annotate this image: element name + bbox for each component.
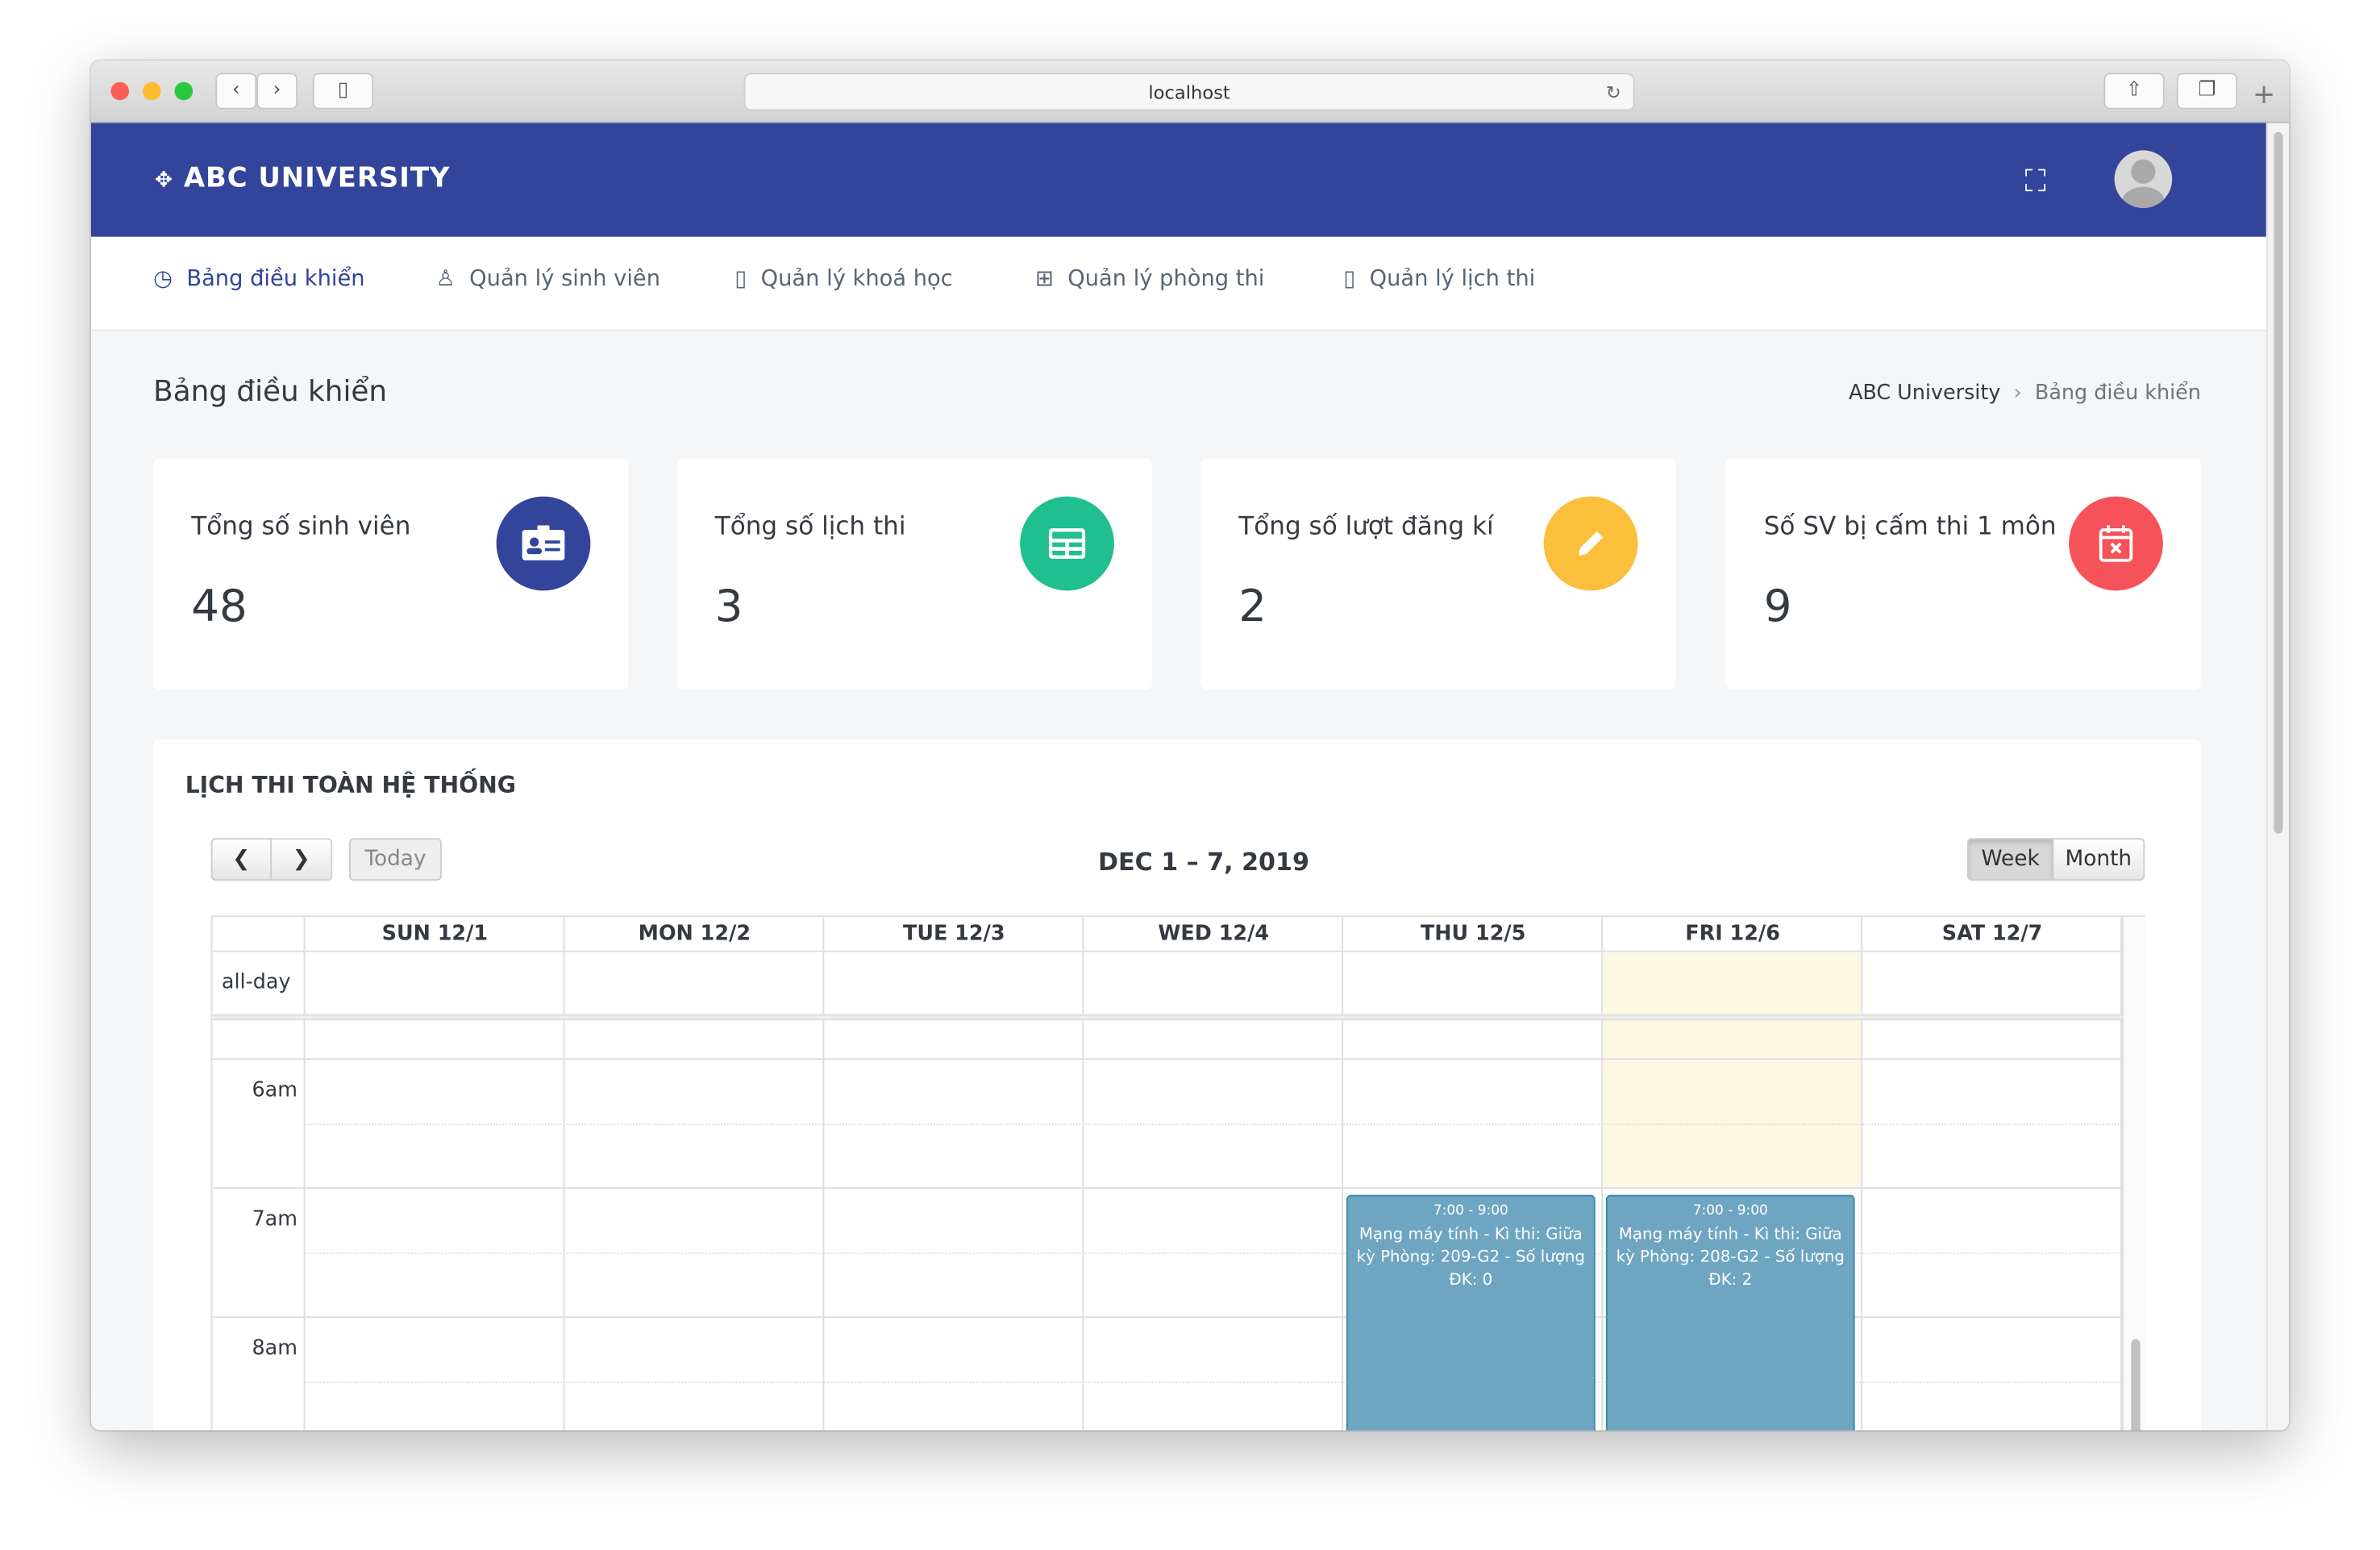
nav-label: Quản lý khoá học [760,267,953,292]
move-icon: ✥ [155,168,174,194]
card-label: Tổng số sinh viên [191,511,411,541]
day-column[interactable] [1862,917,2123,1431]
event-title: Mạng máy tính - Kì thi: Giữa kỳ Phòng: 2… [1356,1225,1585,1290]
hour-label: 7am [252,1206,298,1231]
calendar-x-icon [2069,496,2163,591]
exam-calendar: LỊCH THI TOÀN HỆ THỐNG ❮ ❯ Today DEC 1 –… [153,739,2201,1431]
hour-label: 8am [252,1335,298,1360]
hour-label: 6am [252,1077,298,1102]
nav-label: Quản lý sinh viên [469,267,661,292]
book-icon: ▯ [734,267,747,292]
page-title: Bảng điều khiển [153,375,388,409]
day-column[interactable] [564,917,825,1431]
calendar-scrollbar[interactable] [2122,917,2145,1431]
event-time: 7:00 - 9:00 [1433,1203,1508,1219]
tabs-icon[interactable]: ❐ [2176,73,2238,110]
day-header: FRI 12/6 [1685,921,1780,946]
day-header: SUN 12/1 [381,921,489,946]
day-header: SAT 12/7 [1941,921,2043,946]
calendar-title: LỊCH THI TOÀN HỆ THỐNG [185,771,516,799]
stat-card-registrations: Tổng số lượt đăng kí 2 [1200,458,1676,690]
new-tab-button[interactable]: + [2253,79,2275,111]
nav-dashboard[interactable]: ◷ Bảng điều khiển [153,267,364,291]
nav-label: Quản lý phòng thi [1067,267,1265,292]
stat-card-students: Tổng số sinh viên 48 [153,458,629,690]
browser-toolbar: ‹ › ▯ localhost ↻ ⇧ ❐ + [90,60,2290,123]
card-value: 9 [1763,580,1792,632]
calendar-range: DEC 1 – 7, 2019 [1098,847,1309,877]
allday-label: all-day [221,970,291,995]
page-scrollbar[interactable] [2266,123,2290,1431]
half-hour-line [305,1123,2123,1126]
nav-rooms[interactable]: ⊞ Quản lý phòng thi [1035,267,1264,291]
forward-button[interactable]: › [256,73,298,110]
browser-window: ‹ › ▯ localhost ↻ ⇧ ❐ + ✥ ABC UNIVERSITY … [90,60,2290,1431]
card-label: Tổng số lịch thi [714,511,906,541]
app-header: ✥ ABC UNIVERSITY ⛶ [90,123,2266,237]
nav-schedules[interactable]: ▯ Quản lý lịch thi [1343,267,1535,291]
close-window-button[interactable] [110,81,130,101]
card-value: 48 [191,580,248,632]
hour-line [212,1187,2123,1190]
id-card-icon [496,496,591,591]
url-text: localhost [1148,81,1230,104]
card-label: Số SV bị cấm thi 1 môn [1763,511,2057,541]
stat-card-schedules: Tổng số lịch thi 3 [676,458,1152,690]
row-divider [212,1058,2123,1060]
folder-plus-icon: ⊞ [1035,267,1054,292]
day-header: MON 12/2 [638,921,751,946]
day-header: WED 12/4 [1158,921,1270,946]
calendar-grid: SUN 12/1 MON 12/2 TUE 12/3 WED 12/4 THU 12/5… [210,915,2145,1431]
month-view-button[interactable]: Month [2052,838,2145,881]
exam-event[interactable]: 7:00 - 9:00 Mạng máy tính - Kì thi: Giữa … [1346,1194,1596,1431]
event-time: 7:00 - 9:00 [1692,1203,1768,1219]
stat-card-banned: Số SV bị cấm thi 1 môn 9 [1725,458,2201,690]
exam-event[interactable]: 7:00 - 9:00 Mạng máy tính - Kì thi: Giữa … [1605,1194,1855,1431]
table-icon [1020,496,1114,591]
nav-label: Quản lý lịch thi [1369,267,1536,292]
nav-courses[interactable]: ▯ Quản lý khoá học [734,267,953,291]
brand[interactable]: ✥ ABC UNIVERSITY [155,162,450,194]
nav-students[interactable]: ♙ Quản lý sinh viên [435,267,660,291]
day-column[interactable] [305,917,565,1431]
minimize-window-button[interactable] [142,81,161,101]
pencil-icon [1543,496,1638,591]
maximize-window-button[interactable] [174,81,193,101]
breadcrumb: ABC University › Bảng điều khiển [1848,381,2201,406]
day-column[interactable] [1084,917,1344,1431]
row-divider [212,950,2123,952]
card-value: 2 [1238,580,1267,632]
reload-icon[interactable]: ↻ [1606,74,1621,110]
address-bar[interactable]: localhost ↻ [743,73,1635,111]
fullscreen-icon[interactable]: ⛶ [2025,162,2046,198]
event-title: Mạng máy tính - Kì thi: Giữa kỳ Phòng: 2… [1616,1225,1845,1290]
nav-label: Bảng điều khiển [186,267,365,292]
back-button[interactable]: ‹ [215,73,257,110]
week-view-button[interactable]: Week [1966,838,2054,881]
breadcrumb-current: Bảng điều khiển [2034,381,2201,406]
avatar[interactable] [2114,150,2173,208]
book-icon: ▯ [1343,267,1356,292]
sidebar-toggle-icon[interactable]: ▯ [312,73,374,110]
day-header: TUE 12/3 [903,921,1005,946]
brand-name: ABC UNIVERSITY [183,162,451,194]
breadcrumb-home[interactable]: ABC University [1849,381,2000,406]
card-label: Tổng số lượt đăng kí [1238,511,1494,541]
allday-divider [212,1014,2123,1021]
day-header: THU 12/5 [1420,921,1526,946]
main-nav: ◷ Bảng điều khiển ♙ Quản lý sinh viên ▯ … [90,236,2266,331]
user-icon: ♙ [435,267,456,292]
card-value: 3 [714,580,743,632]
day-column[interactable] [824,917,1084,1431]
share-icon[interactable]: ⇧ [2103,73,2165,110]
dashboard-icon: ◷ [153,267,173,292]
